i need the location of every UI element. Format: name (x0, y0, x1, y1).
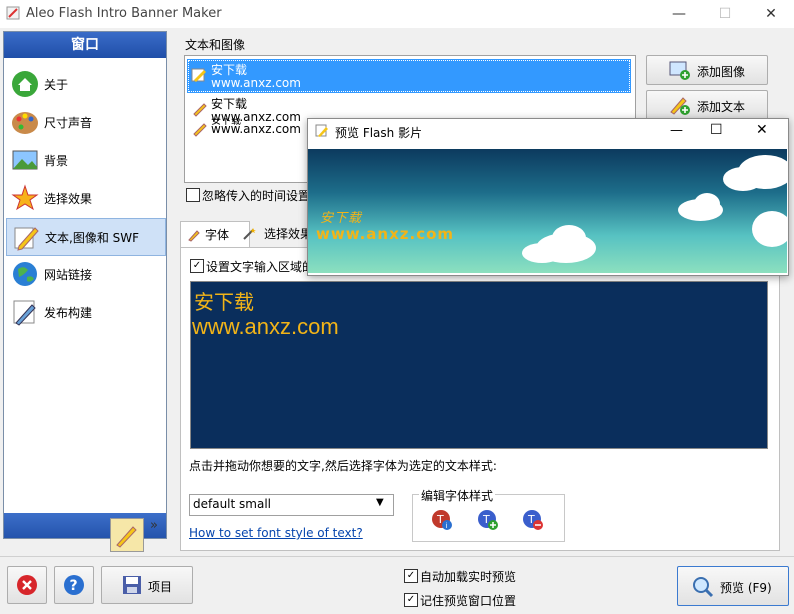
magnifier-icon (693, 577, 714, 598)
svg-text:i: i (446, 522, 448, 530)
sidebar-item-text-images[interactable]: 文本,图像和 SWF (6, 218, 166, 256)
home-icon (12, 71, 38, 97)
pencil-icon (315, 124, 328, 137)
sidebar-item-label: 选择效果 (44, 192, 93, 206)
globe-icon (13, 262, 37, 286)
pencil-icon (191, 68, 206, 82)
sidebar-item-label: 文本,图像和 SWF (45, 231, 140, 245)
window-title: Aleo Flash Intro Banner Maker (26, 6, 222, 21)
sidebar-item-label: 发布构建 (44, 306, 93, 320)
preview-banner-url: www.anxz.com (316, 225, 455, 243)
sidebar-item-label: 关于 (44, 78, 69, 92)
add-text-label: 添加文本 (697, 100, 746, 114)
auto-preview-checkbox[interactable]: ✓ (404, 569, 418, 583)
font-hint-text: 点击并拖动你想要的文字,然后选择字体为选定的文本样式: (189, 459, 497, 473)
text-images-group-label: 文本和图像 (185, 38, 246, 52)
sidebar-item-label: 网站链接 (44, 268, 93, 282)
font-style-remove-button[interactable]: T (521, 508, 545, 532)
preview-maximize-button[interactable]: ☐ (710, 122, 723, 138)
text-tool-button[interactable] (110, 518, 144, 552)
flash-preview-canvas: 安下载 www.anxz.com (308, 149, 787, 273)
preview-button-label: 预览 (F9) (720, 581, 772, 595)
remember-position-label: 记住预览窗口位置 (420, 594, 517, 608)
ignore-time-checkbox[interactable] (186, 188, 200, 202)
close-icon (17, 575, 37, 595)
exit-button[interactable] (7, 566, 47, 604)
sidebar-item-website-link[interactable]: 网站链接 (6, 256, 164, 292)
effects-icon (11, 184, 39, 211)
project-button-label: 项目 (148, 580, 173, 594)
preview-minimize-button[interactable]: — (670, 123, 683, 138)
pencil-icon (14, 227, 39, 251)
sidebar-header: 窗口 (4, 32, 166, 58)
add-text-icon (670, 97, 690, 115)
more-button[interactable]: » (150, 518, 158, 533)
set-area-checkbox[interactable]: ✓ (190, 259, 204, 273)
sidebar-item-publish[interactable]: 发布构建 (6, 294, 164, 330)
font-style-select-value: default small (193, 497, 271, 511)
sidebar: 窗口 关于 尺寸声音 背景 选择效果 文本,图像和 SWF 网站链接 发布构建 … (3, 31, 167, 552)
sidebar-item-effects[interactable]: 选择效果 (6, 180, 164, 216)
tab-effects[interactable]: 选择效果 (240, 221, 312, 247)
help-button[interactable]: ? (54, 566, 94, 604)
list-item-subtitle: www.anxz.com (211, 122, 301, 136)
tab-label: 字体 (205, 228, 230, 242)
app-icon (6, 6, 20, 20)
preview-button[interactable]: 预览 (F9) (677, 566, 789, 606)
add-image-button[interactable]: 添加图像 (646, 55, 768, 85)
add-image-icon (669, 61, 690, 80)
list-item[interactable]: 安下载 www.anxz.com (187, 59, 631, 93)
preview-window-title: 预览 Flash 影片 (335, 126, 423, 140)
palette-icon (12, 112, 38, 134)
save-icon (123, 576, 141, 594)
add-text-button[interactable]: 添加文本 (646, 90, 768, 120)
list-item-subtitle: www.anxz.com (211, 76, 301, 90)
help-icon: ? (64, 575, 84, 595)
add-image-label: 添加图像 (697, 65, 746, 79)
text-editor[interactable] (190, 281, 768, 449)
font-info-icon: Ti (432, 510, 452, 530)
ignore-time-label: 忽略传入的时间设置 (202, 189, 311, 203)
sidebar-item-label: 尺寸声音 (44, 116, 93, 130)
font-add-icon: T (478, 510, 498, 530)
preview-banner-title: 安下载 (320, 211, 363, 226)
project-button[interactable]: 项目 (101, 566, 193, 604)
background-image-icon (12, 150, 38, 170)
pencil-icon (188, 230, 200, 242)
close-window-button[interactable]: ✕ (748, 0, 794, 28)
sidebar-item-label: 背景 (44, 154, 69, 168)
pencil-icon (116, 526, 137, 548)
pencil-icon (193, 123, 207, 137)
editor-line-1[interactable]: 安下载 (194, 286, 254, 315)
publish-icon (13, 300, 36, 326)
auto-preview-label: 自动加载实时预览 (420, 570, 517, 584)
title-bar: Aleo Flash Intro Banner Maker — ☐ ✕ (0, 0, 794, 28)
svg-text:?: ? (70, 578, 78, 594)
font-style-info-button[interactable]: Ti (430, 508, 454, 532)
maximize-button[interactable]: ☐ (702, 0, 748, 28)
set-area-label: 设置文字输入区域的 (206, 260, 315, 274)
sidebar-item-about[interactable]: 关于 (6, 66, 164, 102)
minimize-button[interactable]: — (656, 0, 702, 28)
chevron-down-icon: ▼ (376, 497, 384, 508)
edit-font-style-label: 编辑字体样式 (419, 487, 496, 504)
font-style-help-link[interactable]: How to set font style of text? (189, 526, 363, 540)
preview-close-button[interactable]: ✕ (756, 122, 768, 138)
sidebar-item-background[interactable]: 背景 (6, 142, 164, 178)
pencil-icon (193, 103, 207, 117)
magic-wand-icon (243, 228, 256, 240)
sidebar-item-size-sound[interactable]: 尺寸声音 (6, 104, 164, 140)
editor-line-2[interactable]: www.anxz.com (192, 314, 339, 340)
font-style-add-button[interactable]: T (476, 508, 500, 532)
tab-label: 选择效果 (264, 227, 313, 241)
remember-position-checkbox[interactable]: ✓ (404, 593, 418, 607)
font-remove-icon: T (523, 510, 543, 530)
